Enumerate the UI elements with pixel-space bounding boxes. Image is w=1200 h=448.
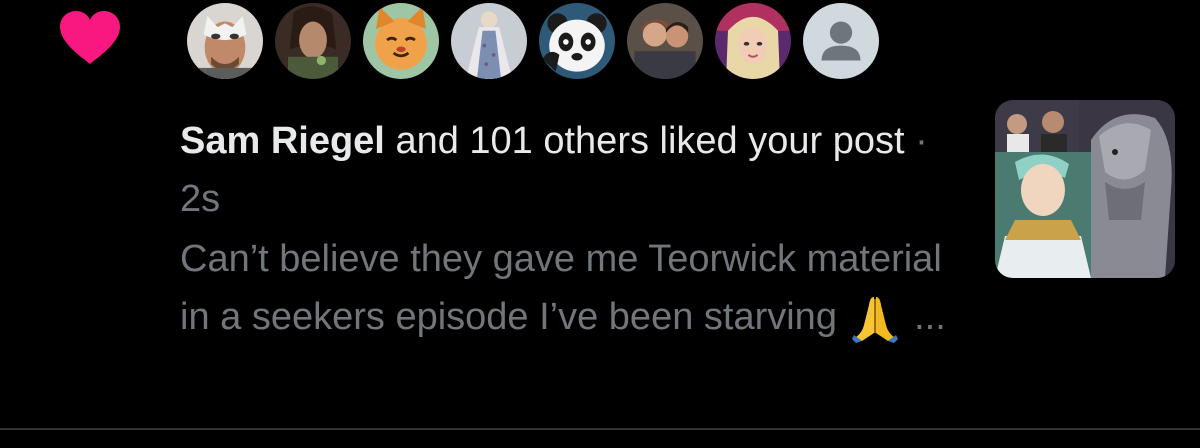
avatar-blonde-woman[interactable] [712, 0, 794, 82]
post-media-thumbnail[interactable] [995, 100, 1175, 278]
avatar-default-placeholder[interactable] [800, 0, 882, 82]
meta-separator: · [915, 120, 928, 162]
actor-name[interactable]: Sam Riegel [180, 120, 385, 162]
next-item-edge [0, 430, 1200, 448]
heart-icon [60, 11, 120, 64]
post-preview-text: Can’t believe they gave me Teorwick mate… [180, 238, 942, 338]
avatar-masked-man[interactable] [184, 0, 266, 82]
avatar-elf-character[interactable] [272, 0, 354, 82]
notification-headline: Sam Riegel and 101 others liked your pos… [180, 112, 970, 228]
post-preview[interactable]: Can’t believe they gave me Teorwick mate… [180, 230, 970, 346]
folded-hands-emoji [851, 296, 898, 343]
avatar-panda[interactable] [536, 0, 618, 82]
liker-avatars [184, 0, 904, 84]
action-text: and 101 others liked your post [395, 120, 905, 162]
like-notification[interactable]: Sam Riegel and 101 others liked your pos… [0, 0, 1200, 430]
truncation-ellipsis: ... [914, 296, 946, 338]
avatar-orange-cat-art[interactable] [360, 0, 442, 82]
avatar-group-photo[interactable] [624, 0, 706, 82]
avatar-gown-figure[interactable] [448, 0, 530, 82]
timestamp: 2s [180, 178, 221, 220]
notification-text: Sam Riegel and 101 others liked your pos… [180, 112, 970, 346]
